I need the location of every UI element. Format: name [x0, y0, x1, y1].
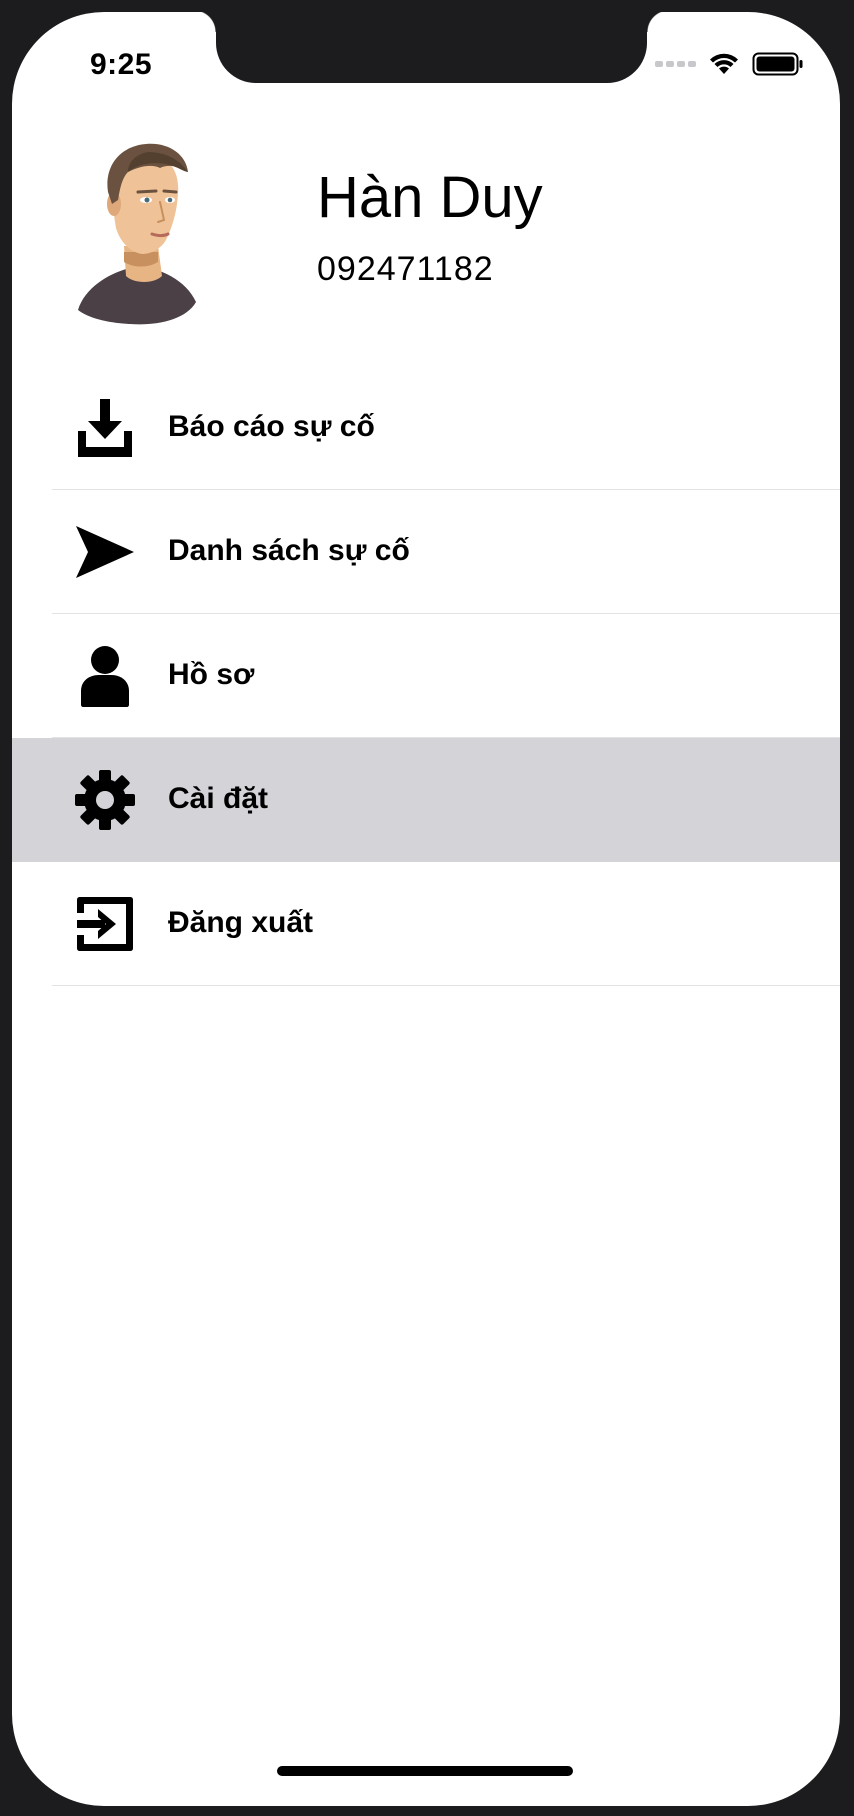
menu-item-cai-dat[interactable]: Cài đặt: [12, 738, 840, 862]
user-phone: 092471182: [317, 250, 494, 288]
menu-divider: [52, 985, 840, 986]
logout-icon: [74, 893, 136, 955]
status-icons: [655, 52, 804, 76]
wifi-icon: [710, 53, 738, 74]
send-arrow-icon: [74, 521, 136, 583]
avatar[interactable]: [68, 142, 218, 327]
menu-item-danh-sach-su-co[interactable]: Danh sách sự cố: [12, 490, 840, 614]
menu-label: Cài đặt: [168, 782, 269, 815]
menu-item-bao-cao-su-co[interactable]: Báo cáo sự cố: [12, 366, 840, 490]
battery-icon: [752, 52, 803, 76]
user-icon: [74, 645, 136, 707]
user-name: Hàn Duy: [317, 165, 543, 230]
device-notch: [194, 12, 669, 83]
app-screen: 9:25 Hàn Duy 092471182 Báo cáo sự cố Dan…: [12, 12, 840, 1806]
menu-item-ho-so[interactable]: Hồ sơ: [12, 614, 840, 738]
menu-label: Đăng xuất: [168, 906, 314, 939]
status-time: 9:25: [90, 48, 153, 81]
home-indicator[interactable]: [277, 1766, 573, 1776]
menu-label: Báo cáo sự cố: [168, 410, 375, 443]
menu-label: Danh sách sự cố: [168, 534, 410, 567]
signal-dots-icon: [655, 61, 696, 67]
side-menu: Báo cáo sự cố Danh sách sự cố Hồ sơ Cài …: [12, 366, 840, 986]
menu-label: Hồ sơ: [168, 658, 255, 691]
download-icon: [74, 397, 136, 459]
gear-icon: [74, 769, 136, 831]
phone-frame: 9:25 Hàn Duy 092471182 Báo cáo sự cố Dan…: [0, 0, 854, 1816]
menu-item-dang-xuat[interactable]: Đăng xuất: [12, 862, 840, 986]
profile-header: Hàn Duy 092471182: [12, 142, 840, 332]
